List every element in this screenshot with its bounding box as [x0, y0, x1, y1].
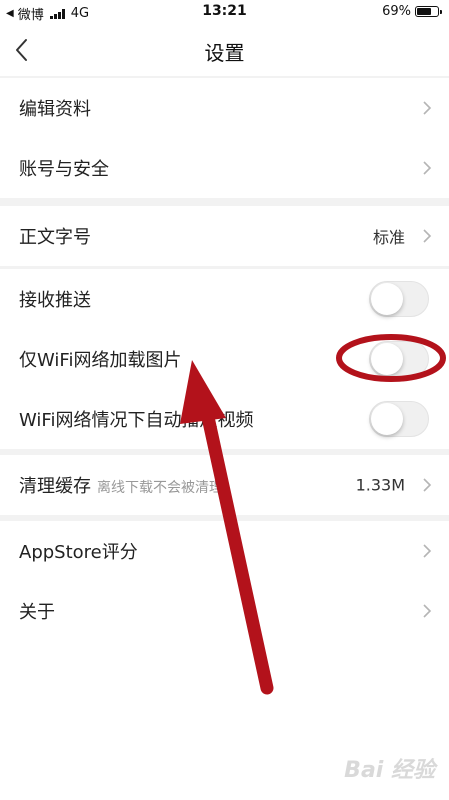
cache-size-value: 1.33M [355, 475, 405, 495]
battery-percent: 69% [382, 4, 411, 19]
toggle-knob [371, 283, 403, 315]
chevron-right-icon [423, 478, 432, 492]
chevron-right-icon [423, 161, 432, 175]
row-clear-cache[interactable]: 清理缓存 离线下载不会被清理 1.33M [0, 455, 449, 515]
row-label: 正文字号 [19, 227, 91, 248]
row-font-size[interactable]: 正文字号 标准 [0, 206, 449, 266]
battery-fill [417, 8, 431, 15]
chevron-right-icon [423, 604, 432, 618]
battery-icon [415, 6, 442, 17]
watermark: Bai 经验 [344, 758, 435, 783]
row-wifi-autoplay: WiFi网络情况下自动播放视频 [0, 389, 449, 449]
font-size-value: 标准 [372, 228, 405, 247]
status-right: 69% [382, 4, 442, 19]
wifi-autoplay-toggle[interactable] [369, 401, 429, 437]
toggle-knob [371, 343, 403, 375]
chevron-right-icon [423, 544, 432, 558]
row-label: 接收推送 [19, 290, 91, 311]
chevron-right-icon [423, 229, 432, 243]
row-label: 关于 [19, 602, 55, 623]
chevron-right-icon [423, 101, 432, 115]
row-label: 账号与安全 [19, 159, 109, 180]
clear-cache-sublabel: 离线下载不会被清理 [97, 480, 223, 496]
row-edit-profile[interactable]: 编辑资料 [0, 78, 449, 138]
row-label: AppStore评分 [19, 542, 138, 563]
row-account-security[interactable]: 账号与安全 [0, 138, 449, 198]
page-title: 设置 [204, 41, 245, 65]
group-gap [0, 198, 449, 206]
clear-cache-label: 清理缓存 [19, 476, 91, 497]
nav-bar: 设置 [0, 24, 449, 76]
row-label: 仅WiFi网络加载图片 [19, 350, 182, 371]
row-appstore-rating[interactable]: AppStore评分 [0, 521, 449, 581]
row-label: 编辑资料 [19, 99, 91, 120]
receive-push-toggle[interactable] [369, 281, 429, 317]
row-label: WiFi网络情况下自动播放视频 [19, 410, 254, 431]
status-bar: ◀ 微博 4G 13:21 69% [0, 0, 449, 24]
wifi-images-toggle[interactable] [369, 341, 429, 377]
row-receive-push: 接收推送 [0, 269, 449, 329]
row-label: 清理缓存 离线下载不会被清理 [19, 472, 223, 498]
toggle-knob [371, 403, 403, 435]
row-about[interactable]: 关于 [0, 581, 449, 641]
row-wifi-images: 仅WiFi网络加载图片 [0, 329, 449, 389]
